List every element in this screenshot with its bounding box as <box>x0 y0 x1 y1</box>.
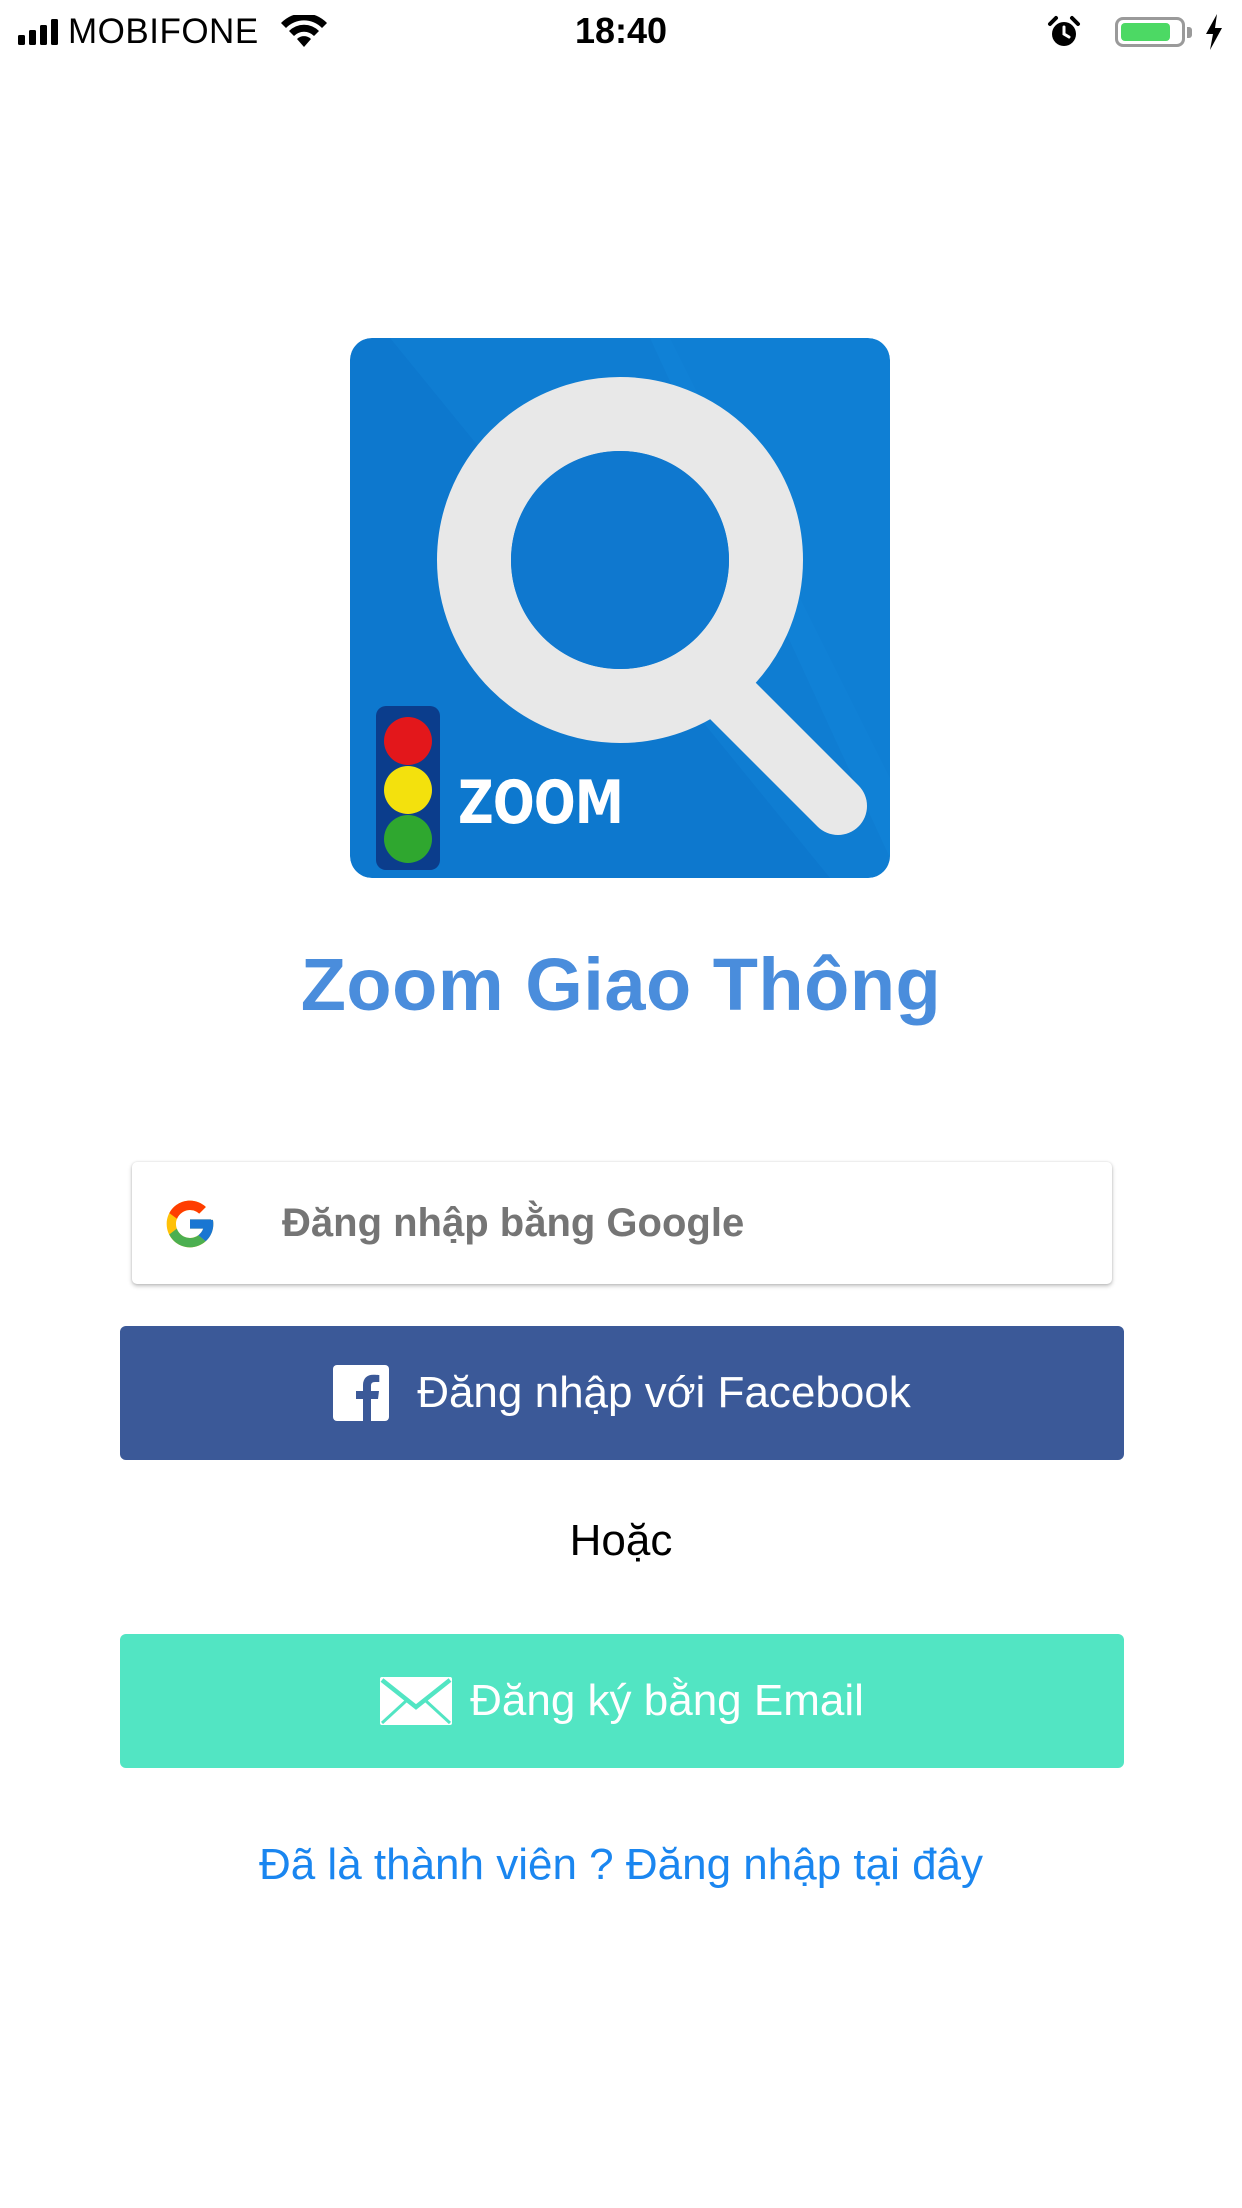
status-bar: MOBIFONE 18:40 <box>0 0 1242 60</box>
email-register-label: Đăng ký bằng Email <box>470 1676 864 1725</box>
or-divider-text: Hoặc <box>569 1516 673 1565</box>
battery-tip <box>1187 26 1192 38</box>
facebook-icon <box>333 1365 390 1421</box>
app-title: Zoom Giao Thông <box>300 943 942 1026</box>
battery-level-fill <box>1121 23 1171 41</box>
facebook-login-button[interactable]: Đăng nhập với Facebook <box>120 1326 1124 1460</box>
app-logo: ZOOM <box>350 338 890 878</box>
logo-badge-text: ZOOM <box>458 768 624 838</box>
battery-icon <box>1115 17 1185 47</box>
google-login-button[interactable]: Đăng nhập bằng Google <box>132 1162 1112 1284</box>
alarm-icon <box>1048 16 1080 46</box>
existing-member-login-link[interactable]: Đã là thành viên ? Đăng nhập tại đây <box>0 1840 1242 1890</box>
status-right <box>1047 12 1224 52</box>
mail-icon <box>380 1677 453 1725</box>
facebook-login-label: Đăng nhập với Facebook <box>417 1368 911 1417</box>
google-icon <box>166 1200 214 1248</box>
charging-icon <box>1206 14 1222 50</box>
google-login-label: Đăng nhập bằng Google <box>282 1201 745 1245</box>
email-register-button[interactable]: Đăng ký bằng Email <box>120 1634 1124 1768</box>
